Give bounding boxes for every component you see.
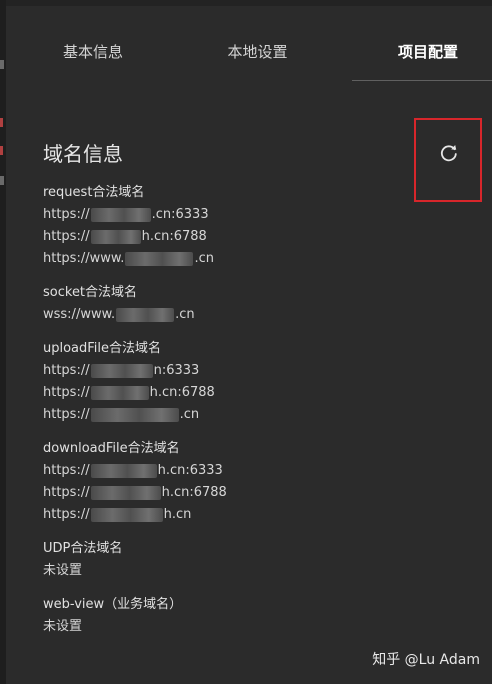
domain-group-title: UDP合法域名 [43,541,123,556]
domain-suffix: h.cn [163,507,192,522]
domain-prefix: https:// [43,485,90,500]
domain-group-title: request合法域名 [43,185,145,200]
domain-prefix: https:// [43,363,90,378]
domain-group-title: socket合法域名 [43,285,138,300]
domain-group: uploadFile合法域名 https:// n:6333 https:// h.cn… [43,338,463,426]
redacted-text [125,251,194,266]
domain-entry: https:// .cn [43,404,463,426]
domain-entry: https:// .cn:6333 [43,204,463,226]
domain-suffix: h.cn:6333 [157,463,223,478]
domain-suffix: h.cn:6788 [161,485,227,500]
domain-group: downloadFile合法域名 https://h.cn:6333 https:/… [43,438,463,526]
tab-local-settings[interactable]: 本地设置 [210,40,305,64]
tab-project-config[interactable]: 项目配置 [378,40,478,64]
domain-prefix: 未设置 [43,619,83,634]
domain-list: request合法域名 https:// .cn:6333 https:// h.cn:… [43,182,463,650]
domain-entry: https:// h.cn [43,504,463,526]
redacted-text [90,385,149,400]
domain-prefix: https:// [43,229,90,244]
tab-bar: 基本信息 本地设置 项目配置 [6,30,492,82]
domain-suffix: h.cn:6788 [141,229,207,244]
domain-suffix: .cn:6333 [151,207,209,222]
redacted-text [90,207,151,222]
domain-prefix: https://www. [43,251,125,266]
domain-entry: wss://www. .cn [43,304,463,326]
tab-basic-info[interactable]: 基本信息 [48,40,138,64]
gutter-marker [0,146,3,155]
domain-entry: https:// h.cn:6333 [43,460,463,482]
redacted-text [90,229,141,244]
project-details-panel: 基本信息 本地设置 项目配置 域名信息 request合法域名 https://.… [6,6,492,684]
domain-prefix: 未设置 [43,563,83,578]
domain-entry: https://www. .cn [43,248,463,270]
domain-group: UDP合法域名 未设置 [43,538,463,582]
gutter-marker [0,60,4,69]
domain-group: request合法域名 https:// .cn:6333 https:// h.cn:… [43,182,463,270]
redacted-text [116,307,175,322]
gutter-marker [0,176,4,185]
redacted-text [90,507,163,522]
domain-group: socket合法域名 wss://www. .cn [43,282,463,326]
domain-prefix: wss://www. [43,307,116,322]
redacted-text [90,363,153,378]
redacted-text [90,407,179,422]
domain-group: web-view（业务域名） 未设置 [43,594,463,638]
domain-prefix: https:// [43,507,90,522]
domain-prefix: https:// [43,463,90,478]
domain-entry: https:// n:6333 [43,360,463,382]
domain-prefix: https:// [43,407,90,422]
domain-entry: 未设置 [43,560,463,582]
domain-prefix: https:// [43,385,90,400]
domain-suffix: .cn [175,307,195,322]
section-title: 域名信息 [43,142,123,166]
domain-group-title: web-view（业务域名） [43,597,183,612]
domain-entry: https:// h.cn:6788 [43,482,463,504]
domain-entry: 未设置 [43,616,463,638]
domain-suffix: .cn [194,251,214,266]
refresh-icon[interactable] [439,143,459,163]
domain-suffix: n:6333 [153,363,200,378]
domain-group-title: downloadFile合法域名 [43,441,180,456]
redacted-text [90,485,161,500]
domain-entry: https:// h.cn:6788 [43,226,463,248]
active-tab-indicator [352,80,492,81]
domain-prefix: https:// [43,207,90,222]
watermark: 知乎 @Lu Adam [372,652,480,668]
domain-group-title: uploadFile合法域名 [43,341,162,356]
gutter-marker [0,118,3,127]
redacted-text [90,463,157,478]
domain-suffix: h.cn:6788 [149,385,215,400]
domain-suffix: .cn [179,407,200,422]
domain-entry: https:// h.cn:6788 [43,382,463,404]
